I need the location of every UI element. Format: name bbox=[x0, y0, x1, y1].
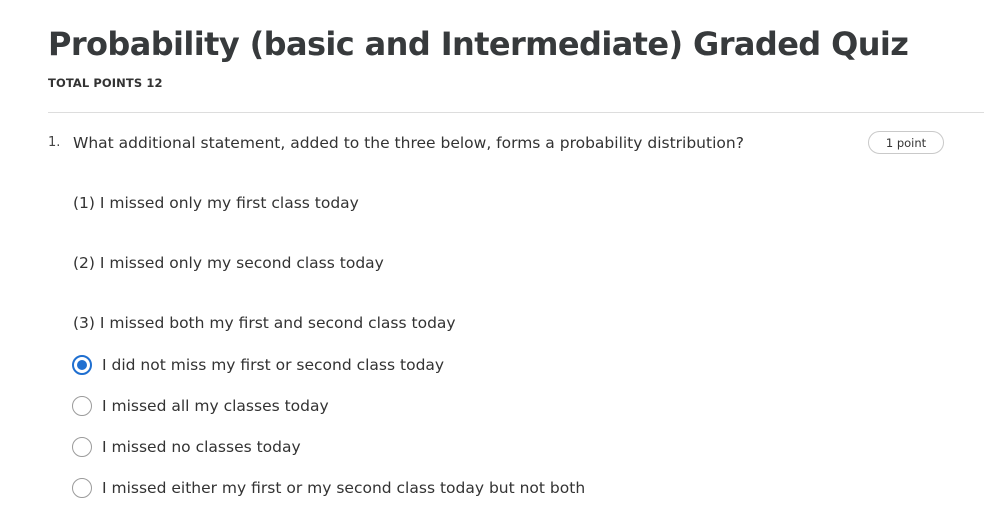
radio-icon[interactable] bbox=[72, 437, 92, 457]
answer-option-3[interactable]: I missed no classes today bbox=[72, 436, 301, 458]
statement-1: (1) I missed only my first class today bbox=[73, 194, 359, 212]
divider bbox=[48, 112, 984, 113]
quiz-title: Probability (basic and Intermediate) Gra… bbox=[48, 25, 909, 63]
answer-option-label: I did not miss my first or second class … bbox=[102, 356, 445, 374]
answer-option-label: I missed all my classes today bbox=[102, 397, 329, 415]
answer-option-label: I missed no classes today bbox=[102, 438, 301, 456]
question-number: 1. bbox=[48, 135, 61, 150]
total-points: TOTAL POINTS 12 bbox=[48, 76, 163, 90]
answer-option-1[interactable]: I did not miss my first or second class … bbox=[72, 354, 444, 376]
radio-icon[interactable] bbox=[72, 396, 92, 416]
statement-2: (2) I missed only my second class today bbox=[73, 254, 384, 272]
points-badge: 1 point bbox=[868, 131, 944, 154]
statement-3: (3) I missed both my first and second cl… bbox=[73, 314, 456, 332]
radio-icon[interactable] bbox=[72, 478, 92, 498]
answer-option-label: I missed either my first or my second cl… bbox=[102, 479, 586, 497]
question-text: What additional statement, added to the … bbox=[73, 134, 744, 152]
answer-option-2[interactable]: I missed all my classes today bbox=[72, 395, 329, 417]
radio-selected-icon[interactable] bbox=[72, 355, 92, 375]
quiz-page: Probability (basic and Intermediate) Gra… bbox=[0, 0, 992, 529]
answer-option-4[interactable]: I missed either my first or my second cl… bbox=[72, 477, 585, 499]
